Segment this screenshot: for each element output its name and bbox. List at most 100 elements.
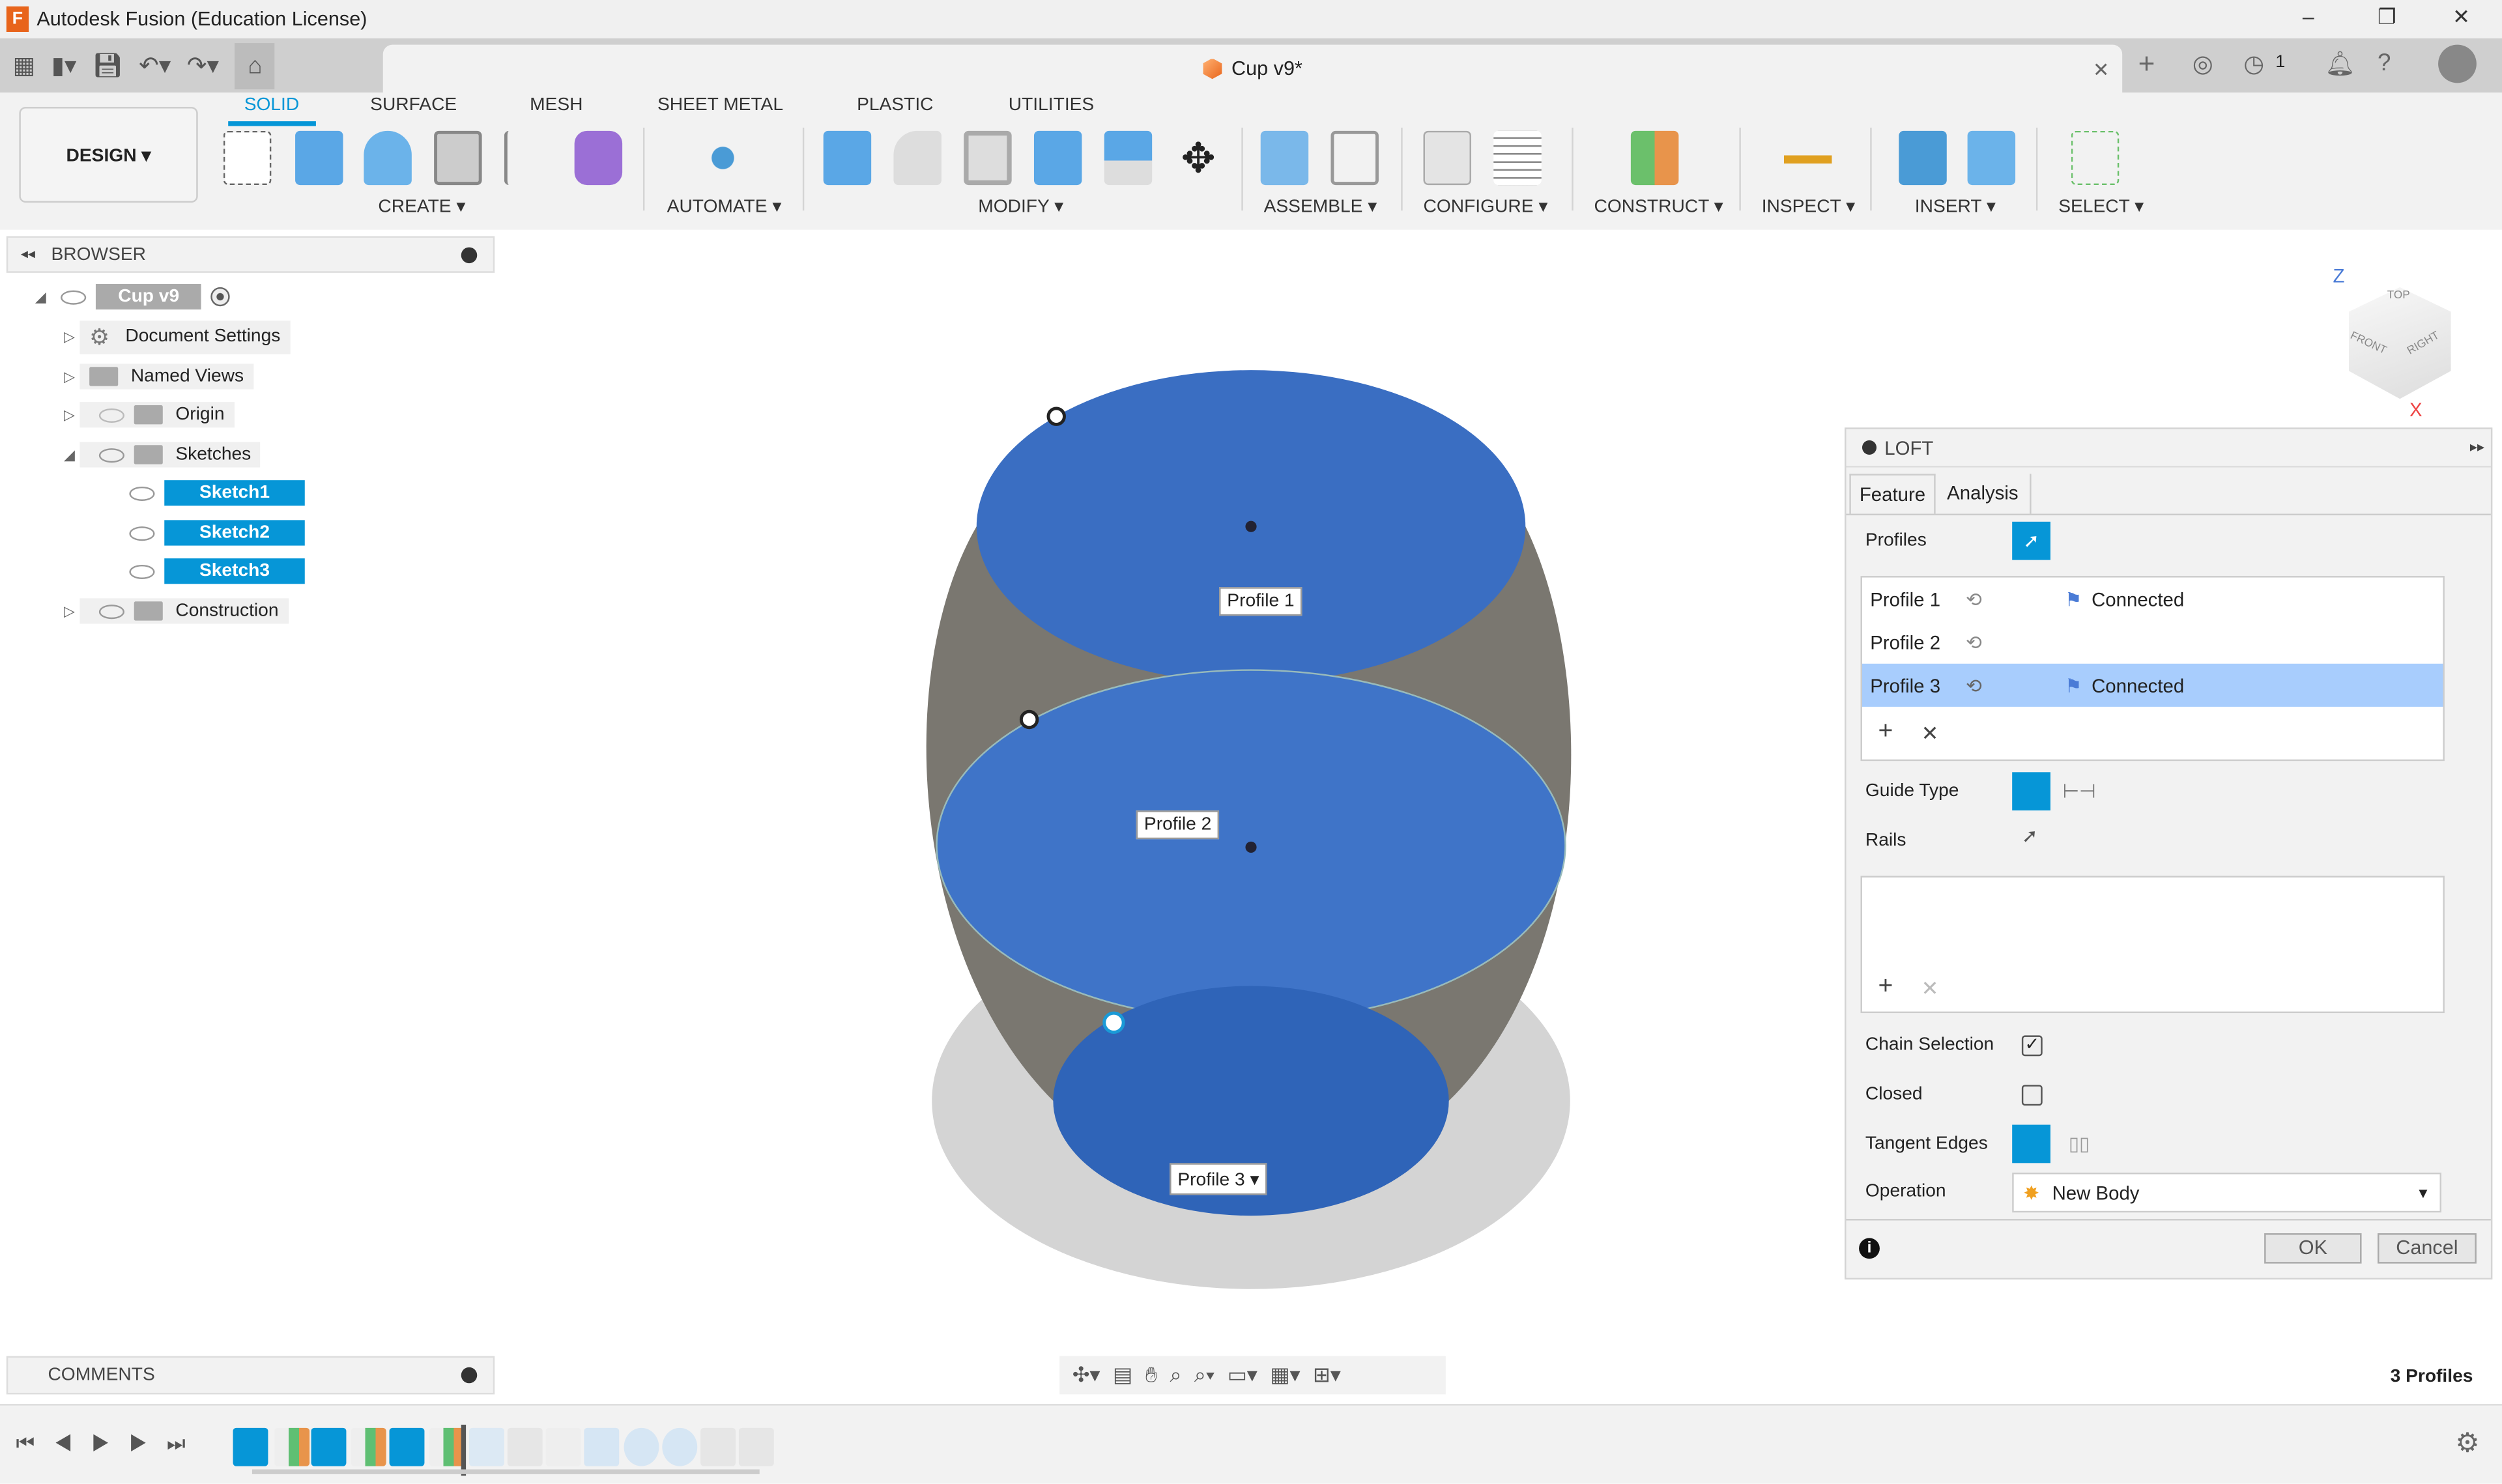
add-profile-button[interactable]: +: [1878, 718, 1893, 747]
automate-icon[interactable]: [698, 130, 747, 186]
eye-icon[interactable]: [98, 447, 125, 462]
tab-feature[interactable]: Feature: [1849, 474, 1936, 514]
save-icon[interactable]: 💾︎: [93, 51, 123, 80]
parameters-icon[interactable]: [1423, 130, 1471, 186]
profile-row[interactable]: Profile 1 ⟲ ⚑ Connected: [1862, 578, 2443, 621]
profile-direction-icon[interactable]: ⟲: [1966, 588, 2065, 610]
add-comment-icon[interactable]: [461, 1367, 478, 1384]
timeline-future-feature[interactable]: [469, 1427, 504, 1466]
browser-pin-icon[interactable]: [461, 246, 478, 263]
tab-surface[interactable]: SURFACE: [370, 96, 457, 115]
expand-icon[interactable]: ◢: [35, 288, 51, 306]
timeline-future-feature[interactable]: [738, 1427, 774, 1466]
home-icon[interactable]: ⌂: [235, 42, 275, 89]
profile-direction-icon[interactable]: ⟲: [1966, 631, 2065, 653]
select-icon[interactable]: [2071, 130, 2120, 186]
minimize-dialog-icon[interactable]: [1862, 440, 1877, 455]
create-sketch-icon[interactable]: [223, 130, 272, 186]
workspace-switcher[interactable]: DESIGN ▾: [19, 107, 198, 203]
connected-flag-icon[interactable]: ⚑: [2065, 674, 2082, 696]
split-body-icon[interactable]: [1104, 130, 1153, 186]
eye-icon[interactable]: [129, 564, 155, 578]
profile-1-label[interactable]: Profile 1: [1219, 587, 1302, 616]
close-tab-button[interactable]: ✕: [2093, 57, 2110, 80]
eye-icon[interactable]: [129, 525, 155, 540]
timeline-future-feature[interactable]: [507, 1427, 543, 1466]
viewports-icon[interactable]: ⊞▾: [1313, 1362, 1341, 1388]
modify-menu[interactable]: MODIFY ▾: [978, 195, 1063, 217]
profiles-select-button[interactable]: ➚: [2012, 521, 2050, 560]
extensions-icon[interactable]: ◎: [2193, 50, 2213, 78]
profile-row-selected[interactable]: Profile 3 ⟲ ⚑ Connected: [1862, 663, 2443, 707]
canvas-icon[interactable]: [1967, 130, 2016, 186]
ok-button[interactable]: OK: [2264, 1233, 2362, 1264]
create-menu[interactable]: CREATE ▾: [378, 195, 465, 217]
tree-item-sketch2[interactable]: Sketch2: [120, 517, 305, 549]
new-tab-icon[interactable]: +: [2138, 48, 2155, 81]
configure-menu[interactable]: CONFIGURE ▾: [1424, 195, 1548, 217]
3d-viewport[interactable]: [0, 274, 1835, 1359]
cancel-button[interactable]: Cancel: [2378, 1233, 2477, 1264]
extrude-icon[interactable]: [295, 130, 343, 186]
tree-item-sketches[interactable]: ◢ Sketches: [64, 438, 261, 470]
configure-table-icon[interactable]: [1493, 130, 1542, 186]
guide-centerline-button[interactable]: ⊢⊣: [2060, 772, 2099, 810]
tree-label[interactable]: Sketch2: [164, 520, 305, 546]
app-grid-icon[interactable]: ▦: [13, 51, 36, 80]
grid-icon[interactable]: ▦▾: [1270, 1362, 1300, 1388]
chain-selection-checkbox[interactable]: ✓: [2021, 1035, 2043, 1057]
notifications-icon[interactable]: 🔔︎: [2325, 50, 2355, 78]
timeline-plane[interactable]: [429, 1427, 465, 1466]
tangent-edges-merge-button[interactable]: [2012, 1124, 2050, 1163]
eye-hidden-icon[interactable]: [98, 407, 125, 422]
tree-root[interactable]: ◢ Cup v9: [35, 281, 231, 313]
eye-icon[interactable]: [129, 485, 155, 500]
undo-icon[interactable]: ↶▾: [139, 51, 171, 80]
eye-icon[interactable]: [61, 289, 87, 304]
view-cube[interactable]: Z TOP FRONT RIGHT X: [2333, 265, 2460, 421]
tree-item-sketch3[interactable]: Sketch3: [120, 555, 305, 587]
insert-mcmaster-icon[interactable]: [1899, 130, 1947, 186]
tab-mesh[interactable]: MESH: [530, 96, 582, 115]
minimize-button[interactable]: –: [2303, 5, 2314, 29]
expand-icon[interactable]: ◢: [64, 446, 79, 463]
activate-icon[interactable]: [211, 287, 231, 307]
guide-rails-button[interactable]: [2012, 772, 2050, 811]
tree-item-construction[interactable]: ▷ Construction: [64, 595, 289, 627]
orbit-icon[interactable]: ✣▾: [1072, 1362, 1100, 1388]
timeline-future-feature[interactable]: [584, 1427, 620, 1466]
remove-profile-button[interactable]: ✕: [1921, 721, 1939, 747]
rails-select-icon[interactable]: ➚: [2022, 825, 2038, 847]
timeline-settings-icon[interactable]: ⚙: [2455, 1428, 2479, 1460]
tab-solid[interactable]: SOLID: [228, 96, 315, 126]
tab-analysis[interactable]: Analysis: [1936, 474, 2032, 514]
select-menu[interactable]: SELECT ▾: [2058, 195, 2144, 217]
tab-utilities[interactable]: UTILITIES: [1009, 96, 1094, 115]
operation-select[interactable]: ✸ New Body ▼: [2012, 1173, 2441, 1213]
hole-icon[interactable]: [434, 130, 482, 186]
new-component-icon[interactable]: [1260, 130, 1309, 186]
timeline-sketch2[interactable]: [311, 1427, 347, 1466]
profile-2-label[interactable]: Profile 2: [1136, 810, 1220, 840]
fillet-icon[interactable]: [893, 130, 942, 186]
redo-icon[interactable]: ↷▾: [187, 51, 219, 80]
eye-icon[interactable]: [98, 603, 125, 618]
timeline-future-feature[interactable]: [700, 1427, 736, 1466]
combine-icon[interactable]: [1033, 130, 1082, 186]
expand-icon[interactable]: ▷: [64, 328, 79, 345]
joint-icon[interactable]: [1330, 130, 1379, 186]
fit-icon[interactable]: ⌕▾: [1194, 1362, 1215, 1388]
timeline-future-feature[interactable]: [545, 1427, 581, 1466]
create-form-icon[interactable]: [574, 130, 623, 186]
expand-icon[interactable]: ▷: [64, 602, 79, 620]
zoom-icon[interactable]: ⌕: [1170, 1362, 1181, 1388]
job-status-icon[interactable]: ◷: [2243, 50, 2264, 78]
chevron-down-icon[interactable]: ▾: [1250, 1171, 1259, 1190]
profile-3-label[interactable]: Profile 3 ▾: [1170, 1163, 1267, 1195]
timeline-plane[interactable]: [274, 1427, 310, 1466]
view-cube-top[interactable]: TOP: [2387, 291, 2410, 302]
help-icon[interactable]: ?: [2378, 50, 2391, 77]
move-icon[interactable]: ✥: [1174, 131, 1222, 185]
press-pull-icon[interactable]: [823, 130, 872, 186]
tree-label[interactable]: Sketch1: [164, 480, 305, 506]
